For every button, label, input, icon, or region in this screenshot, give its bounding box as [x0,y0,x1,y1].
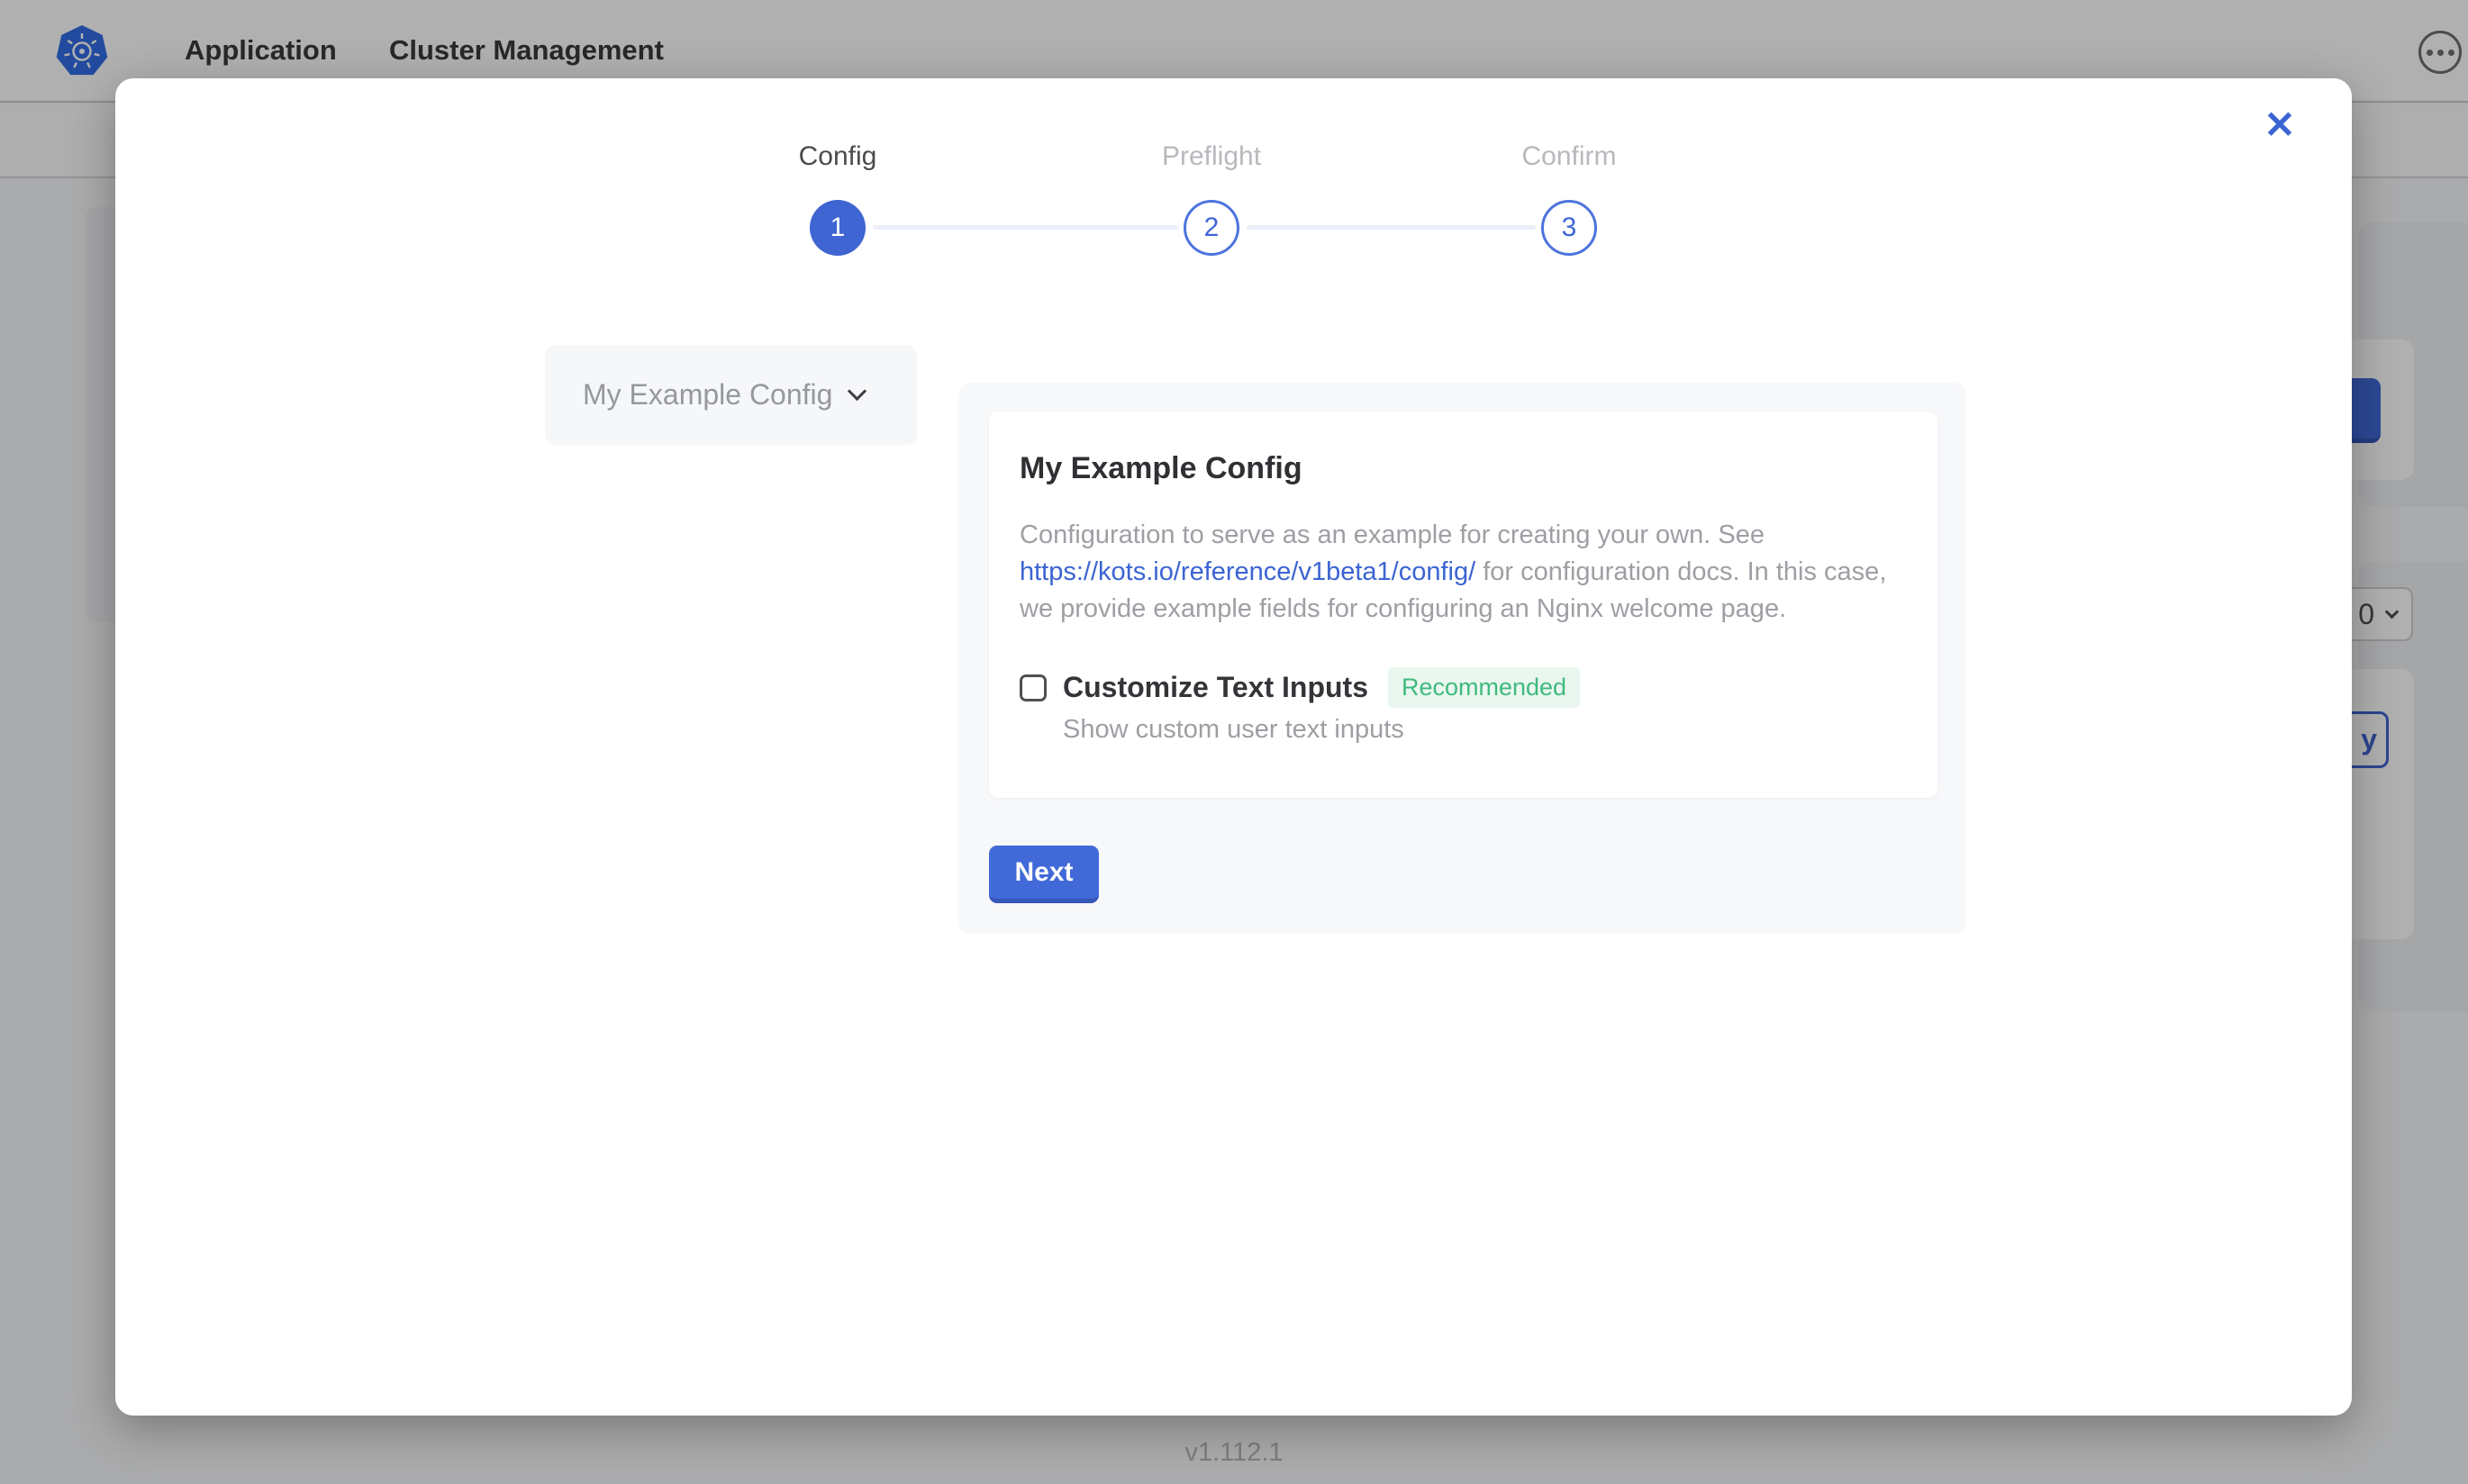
config-section-title: My Example Config [1020,451,1907,486]
step-circle-config: 1 [810,200,866,256]
config-group-label: My Example Config [583,378,832,412]
customize-text-inputs-checkbox[interactable] [1020,674,1047,701]
chevron-down-icon [848,382,867,401]
close-icon: ✕ [2264,106,2295,144]
step-connector [873,225,1178,230]
step-label-config: Config [799,141,877,172]
checkbox-label[interactable]: Customize Text Inputs [1063,671,1368,704]
checkbox-help-text: Show custom user text inputs [1063,715,1907,745]
recommended-badge: Recommended [1388,667,1580,708]
next-button[interactable]: Next [989,846,1099,903]
close-button[interactable]: ✕ [2255,100,2305,150]
config-panel: My Example Config Configuration to serve… [958,383,1966,934]
config-card: My Example Config Configuration to serve… [989,412,1937,798]
config-group-dropdown[interactable]: My Example Config [545,345,917,445]
step-circle-confirm: 3 [1541,200,1597,256]
config-description: Configuration to serve as an example for… [1020,517,1911,628]
screen: Application Cluster Management 0 y v1.11… [0,0,2468,1484]
checkbox-row: Customize Text Inputs Recommended [1020,667,1907,708]
step-label-confirm: Confirm [1521,141,1616,172]
step-label-preflight: Preflight [1162,141,1261,172]
config-wizard-modal: ✕ Config Preflight Confirm 1 2 3 My Exam… [115,78,2352,1416]
step-circle-preflight: 2 [1184,200,1239,256]
config-docs-link[interactable]: https://kots.io/reference/v1beta1/config… [1020,557,1475,586]
step-connector [1247,225,1536,230]
